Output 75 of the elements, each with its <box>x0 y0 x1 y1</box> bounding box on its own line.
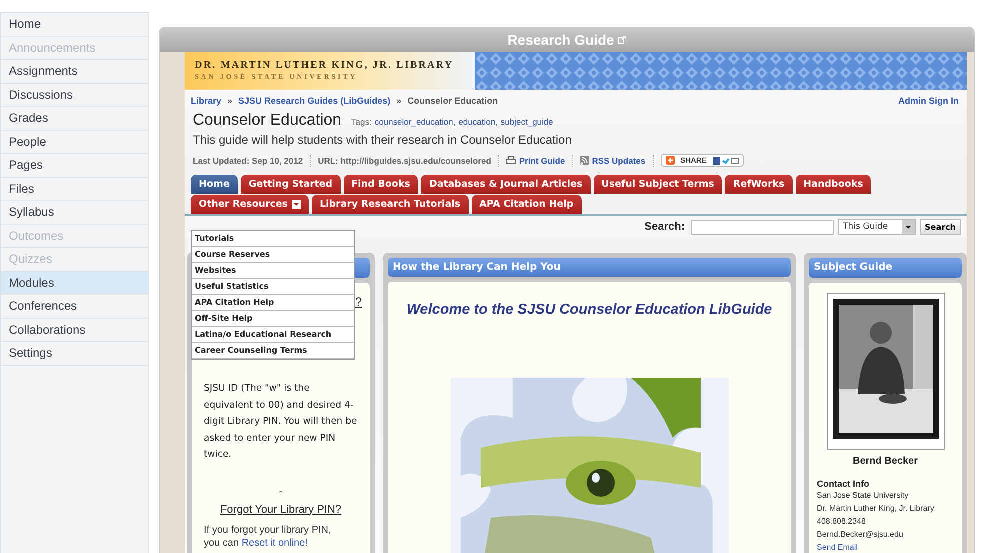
dash-text: - <box>279 486 283 498</box>
sidebar-item[interactable]: Syllabus <box>1 201 148 224</box>
sidebar-item[interactable]: Collaborations <box>1 318 148 342</box>
guide-title: Counselor Education <box>193 112 342 130</box>
sidebar-item[interactable]: Discussions <box>1 84 148 107</box>
search-button[interactable]: Search <box>920 219 961 235</box>
tags-label: Tags: <box>352 117 372 127</box>
guide-tab[interactable]: RefWorks <box>725 175 793 194</box>
printer-icon <box>506 156 516 165</box>
breadcrumb-current: Counselor Education <box>408 96 498 106</box>
guide-tab[interactable]: Find Books <box>344 175 418 194</box>
contact-line: Dr. Martin Luther King, Jr. Library <box>817 503 936 515</box>
menu-item[interactable]: Tutorials <box>192 231 354 247</box>
dropdown-caret-icon <box>292 200 301 209</box>
sidebar-item[interactable]: Pages <box>1 154 148 178</box>
reset-link[interactable]: Reset it online! <box>242 538 308 548</box>
contact-line: Bernd.Becker@sjsu.edu <box>817 529 904 541</box>
guide-tab[interactable]: Other Resources <box>191 195 309 214</box>
menu-item[interactable]: APA Citation Help <box>192 295 354 311</box>
search-field[interactable] <box>691 220 834 234</box>
tag-link[interactable]: education, <box>458 117 498 127</box>
sidebar-item[interactable]: Modules <box>1 272 148 295</box>
print-guide-link[interactable]: Print Guide <box>506 156 566 166</box>
search-label: Search: <box>644 221 686 233</box>
send-email-link[interactable]: Send Email <box>817 541 954 553</box>
tag-link[interactable]: subject_guide <box>500 117 554 127</box>
sidebar-item[interactable]: Conferences <box>1 295 148 318</box>
box-header: How the Library Can Help You <box>388 258 791 277</box>
breadcrumb-link[interactable]: Library <box>191 96 222 106</box>
tag-link[interactable]: counselor_education, <box>374 117 456 127</box>
menu-item[interactable]: Latina/o Educational Research <box>192 327 354 343</box>
sidebar-item[interactable]: Grades <box>1 107 148 130</box>
pin-instructions: SJSU ID (The "w" is the equivalent to 00) and desired 4-digit Library PIN. You will then be asked to enter your new PIN twice. <box>204 382 358 462</box>
heading-link[interactable]: ? <box>355 295 362 309</box>
plus-icon <box>666 156 675 165</box>
reset-note: If you forgot your library PIN, you can Reset it online! <box>204 524 332 550</box>
menu-item[interactable]: Off-Site Help <box>192 311 354 327</box>
banner-title: DR. MARTIN LUTHER KING, JR. LIBRARY <box>195 60 455 71</box>
rss-icon <box>580 156 590 165</box>
guide-tab[interactable]: Home <box>191 175 238 194</box>
sidebar-item[interactable]: Assignments <box>1 60 148 84</box>
box-header: Subject Guide <box>809 258 962 278</box>
frame-title: Research Guide <box>508 32 614 48</box>
last-updated: Last Updated: Sep 10, 2012 <box>193 156 304 166</box>
guide-tab[interactable]: Handbooks <box>796 175 872 194</box>
guide-tab[interactable]: Databases & Journal Articles <box>421 175 591 194</box>
guide-tab[interactable]: Useful Subject Terms <box>594 175 722 194</box>
welcome-heading: Welcome to the SJSU Counselor Education LibGuide <box>406 302 774 318</box>
menu-item[interactable]: Career Counseling Terms <box>192 343 354 359</box>
scope-dropdown[interactable]: This Guide <box>838 219 916 235</box>
admin-sign-in-link[interactable]: Admin Sign In <box>898 96 959 106</box>
contact-line: San Jose State University <box>817 490 910 502</box>
person-name: Bernd Becker <box>852 456 918 467</box>
guide-url: URL: http://libguides.sjsu.edu/counselored <box>318 156 492 166</box>
breadcrumb-separator: » <box>228 96 233 106</box>
menu-item[interactable]: Course Reserves <box>192 247 354 263</box>
guide-tab[interactable]: Library Research Tutorials <box>312 195 469 214</box>
contact-heading: Contact Info <box>817 479 870 489</box>
guide-tab[interactable]: Getting Started <box>240 175 341 194</box>
menu-item[interactable]: Websites <box>192 263 354 279</box>
external-link-icon[interactable] <box>618 36 626 44</box>
contact-line: 408.808.2348 <box>817 516 867 528</box>
sidebar-item[interactable]: People <box>1 130 148 154</box>
breadcrumb-separator: » <box>396 96 402 106</box>
guide-tab[interactable]: APA Citation Help <box>472 195 582 214</box>
social-icons-drawing <box>712 156 739 164</box>
rss-updates-link[interactable]: RSS Updates <box>580 156 646 166</box>
caret-icon <box>902 220 916 234</box>
menu-item[interactable]: Useful Statistics <box>192 279 354 295</box>
sidebar-item[interactable]: Files <box>1 178 148 201</box>
forgot-pin-heading: Forgot Your Library PIN? <box>220 504 342 516</box>
sidebar-item[interactable]: Home <box>1 13 148 36</box>
guide-description: This guide will help students with their research in Counselor Education <box>192 132 573 147</box>
breadcrumb-link[interactable]: SJSU Research Guides (LibGuides) <box>238 96 391 106</box>
sidebar-item[interactable]: Settings <box>1 342 148 366</box>
